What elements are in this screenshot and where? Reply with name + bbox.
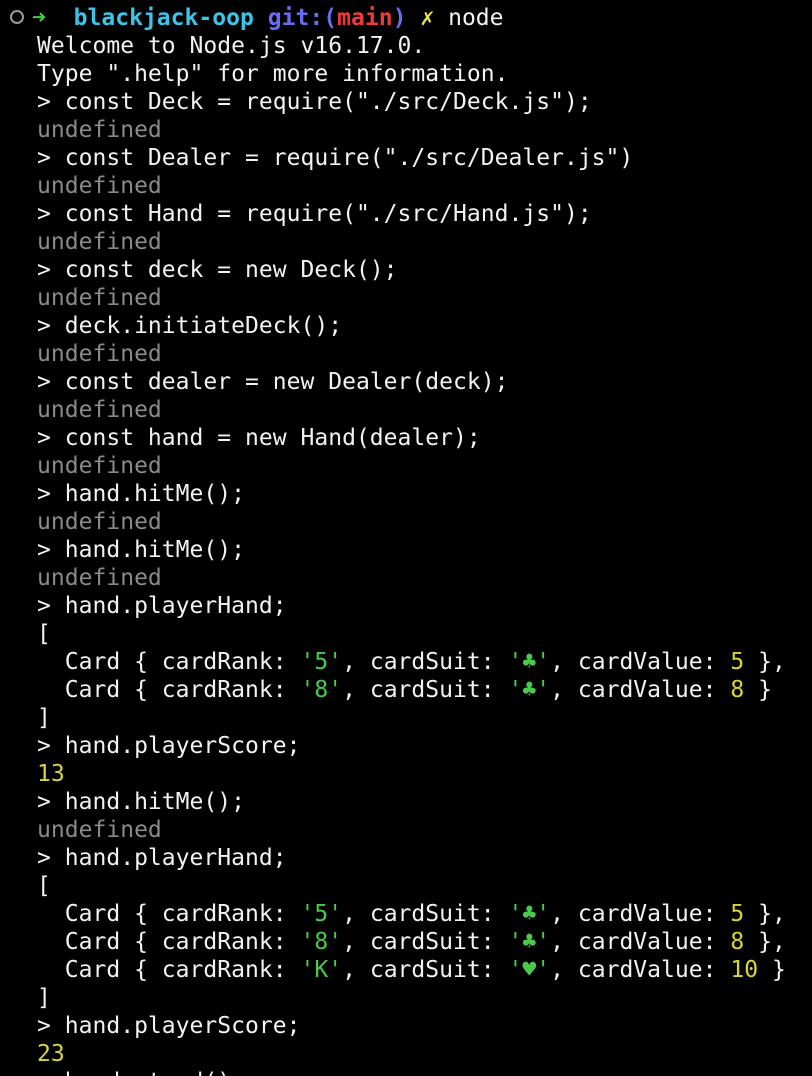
shell-prompt: ➜ blackjack-oop git:(main) ✗ node — [0, 4, 812, 32]
array-close-bracket: ] — [37, 985, 51, 1011]
card-rank: '5' — [300, 901, 343, 927]
prompt-git-branch: main — [337, 5, 393, 31]
card-suit: '♣' — [508, 649, 551, 675]
card-value-key: , cardValue: — [550, 929, 731, 955]
card-close: } — [758, 957, 786, 983]
prompt-status-ring-icon — [10, 9, 24, 24]
card-close: }, — [744, 929, 786, 955]
card-label: Card { cardRank: — [37, 957, 301, 983]
card-suit-key: , cardSuit: — [342, 649, 509, 675]
repl-input-line: > const Deck = require("./src/Deck.js"); — [37, 89, 592, 115]
card-value: 5 — [730, 901, 745, 927]
card-value-key: , cardValue: — [550, 957, 731, 983]
repl-input-line: > hand.playerHand; — [37, 845, 287, 871]
repl-output-undefined: undefined — [37, 453, 162, 479]
card-suit: '♥' — [508, 957, 551, 983]
repl-input-line-partial[interactable]: > hand.stand(); — [0, 1068, 812, 1076]
repl-input-line: > const Dealer = require("./src/Dealer.j… — [37, 145, 634, 171]
card-label: Card { cardRank: — [37, 929, 301, 955]
card-rank: '8' — [300, 929, 343, 955]
card-close: } — [744, 677, 772, 703]
welcome-help-line: Type ".help" for more information. — [37, 61, 509, 87]
array-close-bracket: ] — [37, 705, 51, 731]
card-value: 10 — [730, 957, 759, 983]
card-suit-key: , cardSuit: — [342, 929, 509, 955]
card-entry: Card { cardRank: '8', cardSuit: '♣', car… — [0, 676, 812, 704]
card-suit-key: , cardSuit: — [342, 957, 509, 983]
repl-output-undefined: undefined — [37, 173, 162, 199]
card-rank: '8' — [300, 677, 343, 703]
repl-input-line: > hand.playerScore; — [37, 733, 301, 759]
repl-output-score: 23 — [37, 1041, 65, 1067]
repl-output-undefined: undefined — [37, 397, 162, 423]
repl-output-undefined: undefined — [37, 817, 162, 843]
repl-input-line: > hand.hitMe(); — [37, 481, 246, 507]
card-value: 8 — [730, 929, 745, 955]
card-suit: '♣' — [508, 677, 551, 703]
card-suit: '♣' — [508, 901, 551, 927]
card-entry: Card { cardRank: '5', cardSuit: '♣', car… — [0, 900, 812, 928]
repl-input-line: > hand.hitMe(); — [37, 537, 246, 563]
card-value-key: , cardValue: — [550, 649, 731, 675]
repl-output-undefined: undefined — [37, 117, 162, 143]
welcome-line: Welcome to Node.js v16.17.0. — [37, 33, 426, 59]
repl-input-line: > hand.playerScore; — [37, 1013, 301, 1039]
card-close: }, — [744, 901, 786, 927]
card-value: 5 — [730, 649, 745, 675]
array-open-bracket: [ — [37, 621, 51, 647]
card-rank: 'K' — [300, 957, 343, 983]
prompt-git-label: git:( — [267, 5, 338, 31]
prompt-git-close: ) — [392, 5, 407, 31]
card-entry: Card { cardRank: '5', cardSuit: '♣', car… — [0, 648, 812, 676]
card-suit: '♣' — [508, 929, 551, 955]
card-entry: Card { cardRank: 'K', cardSuit: '♥', car… — [0, 956, 812, 984]
card-rank: '5' — [300, 649, 343, 675]
repl-input-line: > const hand = new Hand(dealer); — [37, 425, 481, 451]
prompt-directory: blackjack-oop — [73, 5, 254, 31]
prompt-arrow-icon: ➜ — [32, 5, 46, 31]
card-label: Card { cardRank: — [37, 677, 301, 703]
repl-input-line: > hand.playerHand; — [37, 593, 287, 619]
repl-input-line: > const dealer = new Dealer(deck); — [37, 369, 509, 395]
card-value-key: , cardValue: — [550, 677, 731, 703]
repl-output-undefined: undefined — [37, 285, 162, 311]
repl-input-line: > const Hand = require("./src/Hand.js"); — [37, 201, 592, 227]
repl-output-undefined: undefined — [37, 509, 162, 535]
terminal-window[interactable]: ➜ blackjack-oop git:(main) ✗ node Welcom… — [0, 4, 812, 1076]
repl-output-undefined: undefined — [37, 229, 162, 255]
repl-input-line: > hand.hitMe(); — [37, 789, 246, 815]
repl-input-line: > deck.initiateDeck(); — [37, 313, 343, 339]
repl-output-score: 13 — [37, 761, 65, 787]
card-entry: Card { cardRank: '8', cardSuit: '♣', car… — [0, 928, 812, 956]
card-label: Card { cardRank: — [37, 649, 301, 675]
card-label: Card { cardRank: — [37, 901, 301, 927]
repl-output-undefined: undefined — [37, 565, 162, 591]
prompt-dirty-mark-icon: ✗ — [420, 5, 435, 31]
card-close: }, — [744, 649, 786, 675]
repl-output-undefined: undefined — [37, 341, 162, 367]
card-suit-key: , cardSuit: — [342, 901, 509, 927]
array-open-bracket: [ — [37, 873, 51, 899]
prompt-command: node — [448, 5, 504, 31]
card-suit-key: , cardSuit: — [342, 677, 509, 703]
card-value-key: , cardValue: — [550, 901, 731, 927]
card-value: 8 — [730, 677, 745, 703]
repl-input-line: > const deck = new Deck(); — [37, 257, 398, 283]
